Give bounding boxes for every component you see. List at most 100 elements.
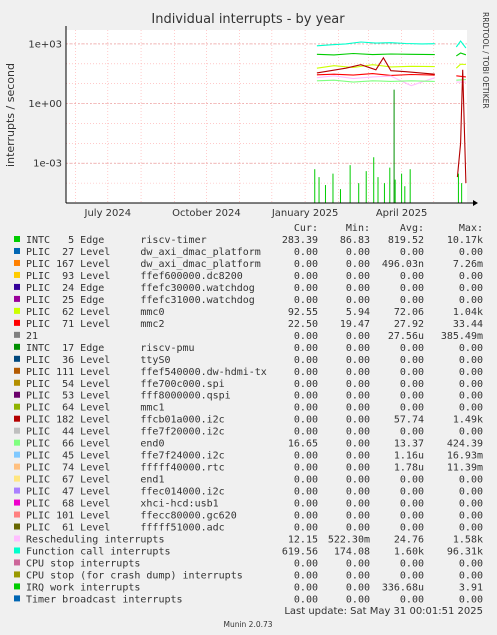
legend-label: PLIC 67 Level end1 [26, 475, 164, 486]
legend-value-max: 0.00 [459, 570, 483, 581]
legend-swatch [14, 343, 20, 350]
legend-value-avg: 336.68u [382, 582, 424, 593]
legend-value-avg: 0.00 [400, 355, 424, 366]
legend-value-min: 0.00 [346, 499, 370, 510]
legend-value-max: 385.49m [441, 331, 483, 342]
plot-area: 1e+03 1e+00 1e-03 July 2024 October 2024 Janu… [28, 26, 478, 219]
legend-value-avg: 13.37 [394, 439, 424, 450]
legend-value-min: 0.00 [346, 558, 370, 569]
legend-value-avg: 0.00 [400, 558, 424, 569]
legend-swatch [14, 271, 20, 278]
legend-value-max: 96.31k [447, 546, 483, 557]
legend-value-cur: 0.00 [294, 379, 318, 390]
legend-swatch [14, 571, 20, 578]
legend-label: PLIC 45 Level ffe7f24000.i2c [26, 451, 225, 462]
legend-swatch [14, 499, 20, 506]
legend-label: PLIC 182 Level ffcb01a000.i2c [26, 415, 225, 426]
legend-value-max: 0.00 [459, 343, 483, 354]
legend-value-avg: 27.92 [394, 319, 424, 330]
legend-label: CPU stop (for crash dump) interrupts [26, 570, 243, 581]
legend-swatch [14, 475, 20, 482]
legend-value-cur: 0.00 [294, 558, 318, 569]
legend-swatch [14, 355, 20, 362]
legend-value-min: 0.00 [346, 475, 370, 486]
legend-swatch [14, 379, 20, 386]
legend-value-min: 0.00 [346, 271, 370, 282]
legend-value-avg: 0.00 [400, 511, 424, 522]
legend-value-min: 0.00 [346, 415, 370, 426]
legend-value-min: 0.00 [346, 391, 370, 402]
legend-value-max: 0.00 [459, 427, 483, 438]
legend-label: PLIC 93 Level ffef600000.dc8200 [26, 271, 243, 282]
legend-value-max: 16.93m [447, 451, 483, 462]
y-axis-label: interrupts / second [4, 63, 17, 167]
legend-value-avg: 72.06 [394, 307, 424, 318]
legend-value-max: 0.00 [459, 403, 483, 414]
legend-label: PLIC 71 Level mmc2 [26, 319, 164, 330]
legend-value-cur: 283.39 [282, 235, 318, 246]
legend-swatch [14, 391, 20, 398]
legend-value-min: 174.08 [334, 546, 370, 557]
legend-value-avg: 0.00 [400, 475, 424, 486]
legend-value-cur: 0.00 [294, 271, 318, 282]
legend-label: PLIC 54 Level ffe700c000.spi [26, 379, 225, 390]
legend-value-min: 0.00 [346, 487, 370, 498]
legend-swatch [14, 547, 20, 554]
legend-value-avg: 1.60k [394, 546, 424, 557]
legend-label: PLIC 61 Level fffff51000.adc [26, 523, 225, 534]
y-tick-label: 1e+03 [28, 39, 62, 50]
legend-label: 21 [26, 331, 38, 342]
legend-swatch [14, 295, 20, 302]
legend-label: PLIC 36 Level ttyS0 [26, 355, 171, 366]
legend-value-min: 0.00 [346, 403, 370, 414]
legend-value-min: 0.00 [346, 439, 370, 450]
legend-value-cur: 0.00 [294, 523, 318, 534]
legend-swatch [14, 259, 20, 266]
y-tick-label: 1e-03 [33, 159, 62, 170]
legend-value-min: 0.00 [346, 295, 370, 306]
legend-value-cur: 0.00 [294, 403, 318, 414]
legend-label: INTC 5 Edge riscv-timer [26, 235, 207, 246]
legend-value-min: 0.00 [346, 582, 370, 593]
legend-value-max: 1.58k [453, 535, 483, 546]
legend-value-min: 0.00 [346, 331, 370, 342]
legend-value-min: 0.00 [346, 247, 370, 258]
plot-background [66, 30, 467, 203]
legend-value-avg: 0.00 [400, 487, 424, 498]
legend-value-max: 0.00 [459, 247, 483, 258]
legend-value-cur: 0.00 [294, 355, 318, 366]
legend-value-cur: 0.00 [294, 415, 318, 426]
legend-label: PLIC 24 Edge ffefc30000.watchdog [26, 283, 255, 294]
legend-value-avg: 0.00 [400, 499, 424, 510]
legend-value-max: 7.26m [453, 259, 483, 270]
legend-swatch [14, 427, 20, 434]
legend-swatch [14, 523, 20, 530]
legend-column-header: Max: [459, 223, 483, 234]
legend-value-max: 0.00 [459, 499, 483, 510]
legend-value-min: 0.00 [346, 379, 370, 390]
legend-value-cur: 0.00 [294, 511, 318, 522]
legend-value-avg: 0.00 [400, 523, 424, 534]
legend-value-avg: 27.56u [388, 331, 424, 342]
legend-label: PLIC 74 Level fffff40000.rtc [26, 463, 225, 474]
legend-label: PLIC 167 Level dw_axi_dmac_platform [26, 259, 261, 270]
legend-value-max: 10.17k [447, 235, 483, 246]
legend-swatch [14, 415, 20, 422]
legend-value-avg: 1.78u [394, 463, 424, 474]
x-tick-label: July 2024 [84, 208, 132, 219]
legend-label: IRQ work interrupts [26, 582, 140, 593]
legend-label: PLIC 25 Edge ffefc31000.watchdog [26, 295, 255, 306]
legend: Cur: Min: Avg: Max: INTC 5 Edge riscv-timer 2… [14, 223, 483, 605]
legend-label: Timer broadcast interrupts [26, 594, 183, 605]
x-tick-label: October 2024 [172, 208, 241, 219]
legend-value-cur: 0.00 [294, 499, 318, 510]
legend-value-max: 1.04k [453, 307, 483, 318]
legend-value-max: 0.00 [459, 487, 483, 498]
legend-value-cur: 0.00 [294, 582, 318, 593]
legend-value-avg: 0.00 [400, 570, 424, 581]
legend-value-max: 0.00 [459, 594, 483, 605]
x-tick-label: January 2025 [271, 208, 339, 219]
legend-swatch [14, 463, 20, 470]
legend-value-avg: 0.00 [400, 247, 424, 258]
legend-value-cur: 0.00 [294, 391, 318, 402]
